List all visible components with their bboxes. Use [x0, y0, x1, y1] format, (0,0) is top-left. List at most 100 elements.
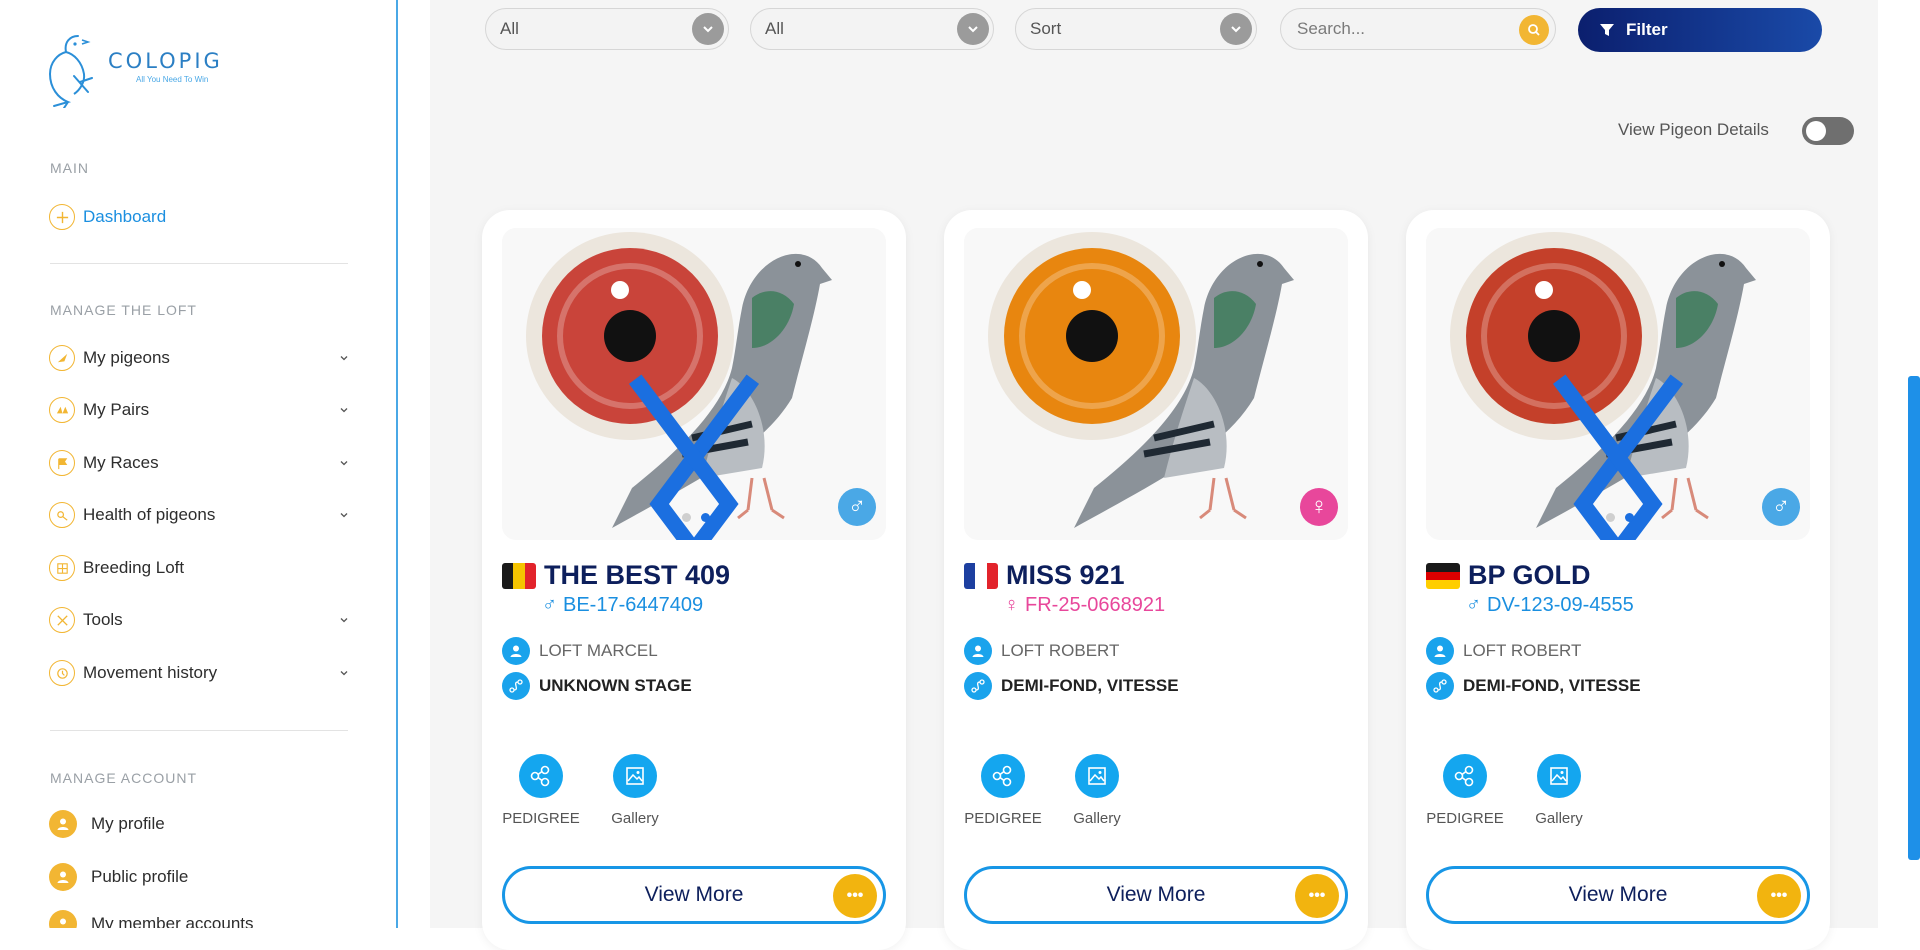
history-icon — [49, 660, 75, 686]
health-icon — [49, 502, 75, 528]
gallery-button[interactable]: Gallery — [1519, 754, 1599, 827]
scrollbar-thumb[interactable] — [1908, 376, 1920, 860]
chevron-right-icon[interactable] — [502, 348, 874, 540]
share-icon — [1443, 754, 1487, 798]
chevron-down-icon — [340, 461, 348, 466]
carousel-dots — [1606, 513, 1634, 522]
brand-name: COLOPIG — [108, 48, 223, 73]
pedigree-button[interactable]: PEDIGREE — [501, 754, 581, 827]
sex-badge: ♂ — [1762, 488, 1800, 526]
user-icon — [49, 863, 77, 891]
chevron-down-icon — [692, 13, 724, 45]
view-details-label: View Pigeon Details — [1618, 120, 1769, 139]
pair-icon — [49, 397, 75, 423]
sex-symbol-icon: ♀ — [1004, 594, 1019, 616]
sidebar-item-label: My pigeons — [83, 348, 170, 367]
pigeon-photo[interactable]: ♂ — [502, 228, 886, 540]
stage-text: DEMI-FOND, VITESSE — [1463, 676, 1641, 695]
ring-text: FR-25-0668921 — [1025, 594, 1166, 616]
brand-tagline: All You Need To Win — [136, 74, 209, 84]
pigeon-card: ♂ BP GOLD ♂ DV-123-09-4555 LOFT ROBERT D… — [1406, 210, 1830, 950]
more-dots-icon: ••• — [833, 874, 877, 918]
sidebar-item-label: Movement history — [83, 663, 218, 682]
pigeon-icon — [49, 345, 75, 371]
ring-number: ♀ FR-25-0668921 — [1004, 594, 1165, 617]
users-icon — [49, 910, 77, 928]
chevron-right-icon[interactable] — [1426, 348, 1798, 540]
sidebar-item-breeding-loft[interactable]: Breeding Loft — [49, 552, 349, 584]
sidebar: COLOPIG All You Need To Win MAIN Dashboa… — [0, 0, 398, 928]
sidebar-item-label: Public profile — [91, 867, 189, 886]
sidebar-item-dashboard[interactable]: Dashboard — [49, 201, 349, 233]
view-details-toggle[interactable] — [1802, 117, 1854, 145]
pedigree-button[interactable]: PEDIGREE — [1425, 754, 1505, 827]
more-dots-icon: ••• — [1757, 874, 1801, 918]
pigeon-image — [964, 228, 1348, 540]
filter-icon — [1600, 24, 1614, 36]
country-flag-icon — [502, 563, 536, 589]
gallery-button[interactable]: Gallery — [595, 754, 675, 827]
filter-select-2[interactable]: All — [750, 8, 994, 50]
sidebar-item-movement-history[interactable]: Movement history — [49, 657, 349, 689]
sex-badge: ♂ — [838, 488, 876, 526]
pigeon-photo[interactable]: ♀ — [964, 228, 1348, 540]
pigeon-name[interactable]: BP GOLD — [1468, 560, 1591, 591]
pedigree-button[interactable]: PEDIGREE — [963, 754, 1043, 827]
gallery-label: Gallery — [1073, 810, 1121, 827]
chevron-down-icon — [957, 13, 989, 45]
country-flag-icon — [1426, 563, 1460, 589]
view-more-button[interactable]: View More ••• — [964, 866, 1348, 924]
section-title-manage-account: MANAGE ACCOUNT — [50, 770, 198, 786]
search-input[interactable] — [1295, 18, 1499, 40]
sidebar-item-label: My Pairs — [83, 400, 150, 419]
sidebar-item-tools[interactable]: Tools — [49, 604, 349, 636]
loft-name: LOFT ROBERT — [1463, 641, 1582, 660]
sidebar-item-health[interactable]: Health of pigeons — [49, 499, 349, 531]
chevron-down-icon — [340, 408, 348, 413]
sex-badge: ♀ — [1300, 488, 1338, 526]
app-logo[interactable]: COLOPIG All You Need To Win — [44, 32, 223, 108]
sidebar-item-my-races[interactable]: My Races — [49, 447, 349, 479]
sidebar-item-public-profile[interactable]: Public profile — [49, 861, 349, 893]
view-more-label: View More — [644, 883, 744, 906]
user-icon — [1426, 637, 1454, 665]
loft-row: LOFT ROBERT — [964, 637, 1119, 665]
breeding-icon — [49, 555, 75, 581]
select-value: All — [765, 19, 784, 38]
section-title-manage-loft: MANAGE THE LOFT — [50, 302, 197, 318]
view-more-button[interactable]: View More ••• — [1426, 866, 1810, 924]
pigeon-name[interactable]: THE BEST 409 — [544, 560, 730, 591]
search-box — [1280, 8, 1556, 50]
stage-row: UNKNOWN STAGE — [502, 672, 692, 700]
gallery-label: Gallery — [611, 810, 659, 827]
user-icon — [502, 637, 530, 665]
carousel-dots — [682, 513, 710, 522]
filter-button[interactable]: Filter — [1578, 8, 1822, 52]
carousel-dot[interactable] — [1606, 513, 1615, 522]
sidebar-item-my-pigeons[interactable]: My pigeons — [49, 342, 349, 374]
loft-name: LOFT MARCEL — [539, 641, 658, 660]
pigeon-card: ♂ THE BEST 409 ♂ BE-17-6447409 LOFT MARC… — [482, 210, 906, 950]
route-icon — [1426, 672, 1454, 700]
flag-icon — [49, 450, 75, 476]
carousel-dot[interactable] — [1625, 513, 1634, 522]
more-dots-icon: ••• — [1295, 874, 1339, 918]
view-more-label: View More — [1106, 883, 1206, 906]
view-more-button[interactable]: View More ••• — [502, 866, 886, 924]
search-icon[interactable] — [1519, 15, 1549, 45]
sidebar-item-member-accounts[interactable]: My member accounts — [49, 908, 349, 928]
sex-symbol-icon: ♂ — [1466, 594, 1481, 616]
sort-select[interactable]: Sort — [1015, 8, 1257, 50]
pigeon-name[interactable]: MISS 921 — [1006, 560, 1125, 591]
sidebar-item-my-profile[interactable]: My profile — [49, 808, 349, 840]
filter-button-label: Filter — [1626, 20, 1668, 39]
sex-icon: ♀ — [1310, 493, 1328, 520]
country-flag-icon — [964, 563, 998, 589]
carousel-dot[interactable] — [701, 513, 710, 522]
chevron-down-icon — [340, 618, 348, 623]
sidebar-item-my-pairs[interactable]: My Pairs — [49, 394, 349, 426]
pigeon-photo[interactable]: ♂ — [1426, 228, 1810, 540]
gallery-button[interactable]: Gallery — [1057, 754, 1137, 827]
carousel-dot[interactable] — [682, 513, 691, 522]
filter-select-1[interactable]: All — [485, 8, 729, 50]
